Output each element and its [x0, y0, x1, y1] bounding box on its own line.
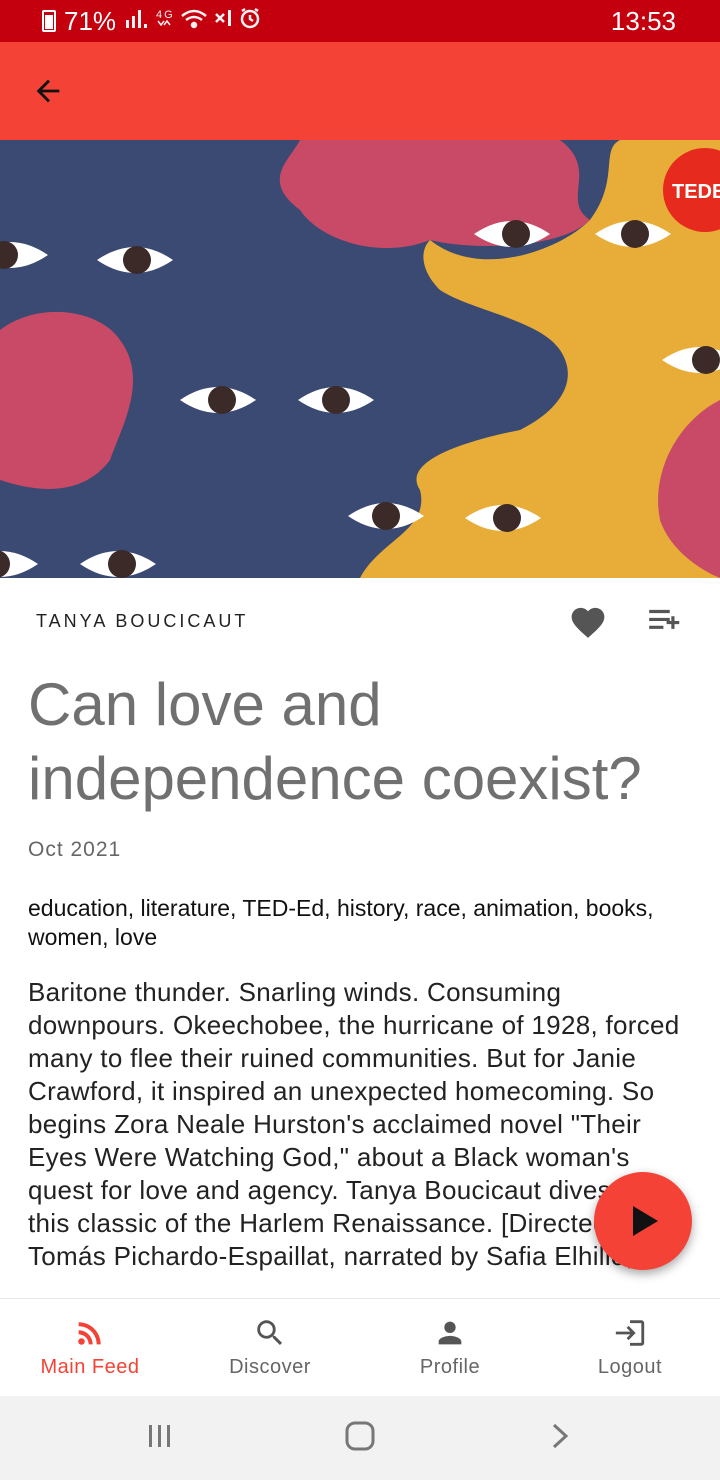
nav-profile[interactable]: Profile [360, 1299, 540, 1396]
nav-label: Main Feed [40, 1356, 140, 1378]
rss-icon [78, 1322, 101, 1345]
battery-level: 71% [64, 5, 117, 36]
clock: 13:53 [610, 5, 676, 36]
search-icon [257, 1320, 283, 1346]
author-name: TANYA BOUCICAUT [36, 610, 249, 631]
back-system-button[interactable] [545, 1421, 575, 1456]
arrow-back-icon [36, 79, 60, 103]
recents-button[interactable] [145, 1421, 175, 1456]
nav-logout[interactable]: Logout [540, 1299, 720, 1396]
person-icon [438, 1321, 462, 1345]
back-button[interactable] [0, 42, 96, 140]
talk-tags: education, literature, TED-Ed, history, … [28, 895, 654, 950]
mute-icon [215, 10, 232, 26]
home-button[interactable] [344, 1420, 376, 1457]
talk-title: Can love and independence coexist? [28, 671, 642, 812]
signal-icon [126, 10, 148, 28]
system-navigation-bar [0, 1396, 720, 1480]
home-icon [345, 1421, 375, 1450]
nav-label: Logout [597, 1356, 663, 1378]
wifi-icon [181, 9, 207, 29]
4g-icon: 4G [156, 9, 175, 21]
heart-icon [571, 607, 605, 638]
recents-icon [148, 1424, 170, 1447]
status-icons: 4G [124, 6, 274, 36]
nav-discover[interactable]: Discover [180, 1299, 360, 1396]
ted-badge: TEDE [672, 181, 720, 203]
logout-icon [615, 1320, 645, 1346]
battery-icon [42, 10, 56, 32]
talk-thumbnail: TEDE [0, 140, 720, 578]
favorite-button[interactable] [568, 603, 608, 639]
nav-label: Profile [419, 1356, 481, 1378]
author-row: TANYA BOUCICAUT [0, 578, 720, 664]
play-icon [633, 1206, 658, 1236]
bottom-navigation: Main Feed Discover Profile Logout [0, 1298, 720, 1396]
add-to-playlist-button[interactable] [646, 605, 684, 637]
status-bar: 71% 4G 13:53 [0, 0, 720, 42]
playlist-add-icon [649, 609, 680, 629]
talk-date: Oct 2021 [28, 838, 122, 861]
alarm-icon [240, 7, 260, 29]
app-bar [0, 42, 720, 140]
chevron-right-icon [553, 1423, 569, 1448]
nav-label: Discover [229, 1356, 311, 1378]
nav-main-feed[interactable]: Main Feed [0, 1299, 180, 1396]
play-button[interactable] [594, 1172, 692, 1270]
